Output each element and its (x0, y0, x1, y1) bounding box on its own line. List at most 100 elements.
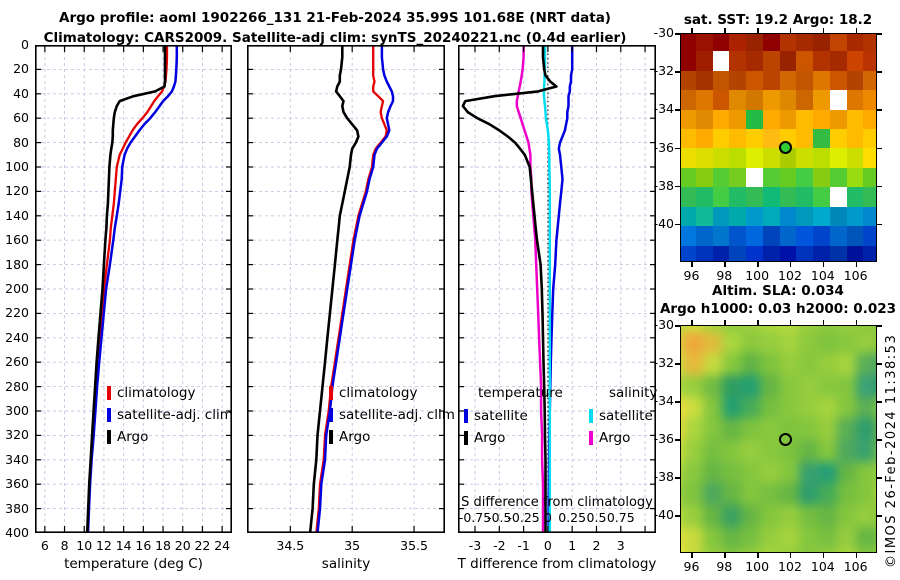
map-x-tick (855, 553, 858, 558)
heatmap-cell (874, 548, 876, 552)
heatmap-cell (846, 245, 864, 261)
depth-tick-label: 260 (5, 354, 29, 370)
depth-tick-label: 200 (5, 281, 29, 296)
heatmap-cell (741, 418, 761, 440)
map-x-tick (757, 553, 759, 558)
heatmap-cell (817, 326, 837, 332)
heatmap-cell (829, 148, 847, 168)
map-x-tick (855, 262, 858, 267)
map-y-tick (877, 185, 882, 188)
heatmap-cell (846, 90, 864, 110)
heatmap-cell (746, 226, 763, 246)
heatmap-cell (813, 90, 830, 110)
heatmap-cell (722, 483, 742, 505)
legend-item: satellite-adj. clim (329, 404, 455, 426)
heatmap-cell (779, 396, 799, 419)
map-x-tick-label: 96 (683, 559, 700, 574)
heatmap-cell (695, 129, 713, 149)
legend-item: Argo (329, 426, 455, 448)
heatmap-cell (684, 418, 704, 440)
heatmap-cell (703, 353, 723, 375)
map-x-tick-label: 96 (683, 268, 700, 283)
heatmap-cell (746, 34, 763, 52)
heatmap-cell (762, 109, 780, 130)
heatmap-cell (855, 483, 875, 505)
heatmap-cell (855, 326, 875, 332)
heatmap-cell (722, 331, 742, 354)
heatmap-cell (829, 51, 847, 71)
heatmap-cell (829, 206, 847, 227)
argo-profile-figure: Argo profile: aoml 1902266_131 21-Feb-20… (0, 0, 900, 580)
map-y-tick (675, 147, 680, 149)
map-y-tick (675, 223, 680, 226)
map-y-tick (877, 325, 882, 327)
heatmap-cell (762, 167, 780, 188)
map-x-tick-label: 104 (810, 559, 835, 574)
heatmap-cell (695, 167, 713, 188)
heatmap-cell (703, 418, 723, 440)
map-x-tick (691, 553, 693, 558)
map-y-tick (877, 71, 882, 73)
heatmap-cell (741, 374, 761, 397)
heatmap-cell (681, 51, 696, 71)
map-y-tick (877, 477, 882, 479)
heatmap-cell (695, 51, 713, 71)
map-y-tick (877, 439, 882, 441)
depth-tick-label: 140 (5, 207, 29, 223)
heatmap-cell (746, 129, 763, 149)
tdiff-plot-area (458, 43, 656, 535)
heatmap-cell (813, 148, 830, 168)
heatmap-cell (729, 129, 746, 149)
heatmap-cell (681, 187, 696, 207)
heatmap-cell (729, 148, 746, 168)
heatmap-cell (779, 245, 797, 261)
heatmap-cell (829, 90, 847, 110)
legend-item: Argo (107, 426, 233, 448)
heatmap-cell (712, 187, 730, 207)
heatmap-cell (779, 109, 797, 130)
heatmap-cell (813, 167, 830, 188)
s-diff-axis-label: S difference from climatology (461, 495, 653, 510)
depth-tick-label: 100 (5, 159, 29, 174)
heatmap-cell (836, 374, 856, 397)
legend-color-swatch (464, 409, 468, 423)
heatmap-cell (846, 187, 864, 207)
heatmap-cell (779, 374, 799, 397)
heatmap-cell (817, 548, 837, 552)
depth-tick-label: 340 (5, 451, 29, 467)
map-y-tick (877, 223, 882, 226)
heatmap-cell (817, 461, 837, 484)
profile-legend: climatology satellite-adj. clim Argo (107, 382, 233, 448)
heatmap-cell (796, 148, 813, 168)
heatmap-cell (874, 331, 876, 354)
legend-label: satellite (474, 408, 528, 424)
heatmap-cell (695, 187, 713, 207)
panel-tdiff (458, 43, 656, 535)
heatmap-cell (722, 353, 742, 375)
heatmap-cell (796, 167, 813, 188)
map-y-tick-label: -38 (653, 469, 674, 484)
heatmap-cell (729, 226, 746, 246)
heatmap-cell (703, 461, 723, 484)
heatmap-cell (796, 90, 813, 110)
heatmap-cell (836, 396, 856, 419)
heatmap-cell (798, 418, 818, 440)
heatmap-cell (684, 331, 704, 354)
heatmap-cell (703, 331, 723, 354)
legend-label: Argo (474, 430, 506, 446)
heatmap-cell (863, 187, 876, 207)
heatmap-cell (684, 461, 704, 484)
map-x-tick-label: 98 (716, 268, 733, 283)
heatmap-cell (722, 526, 742, 549)
salinity-plot-area (247, 43, 445, 535)
legend-color-swatch (107, 386, 111, 400)
heatmap-cell (779, 206, 797, 227)
heatmap-cell (779, 504, 799, 527)
heatmap-cell (796, 51, 813, 71)
heatmap-cell (681, 129, 696, 149)
heatmap-cell (695, 226, 713, 246)
heatmap-cell (762, 51, 780, 71)
heatmap-cell (863, 109, 876, 130)
heatmap-cell (722, 326, 742, 332)
heatmap-cell (846, 70, 864, 91)
